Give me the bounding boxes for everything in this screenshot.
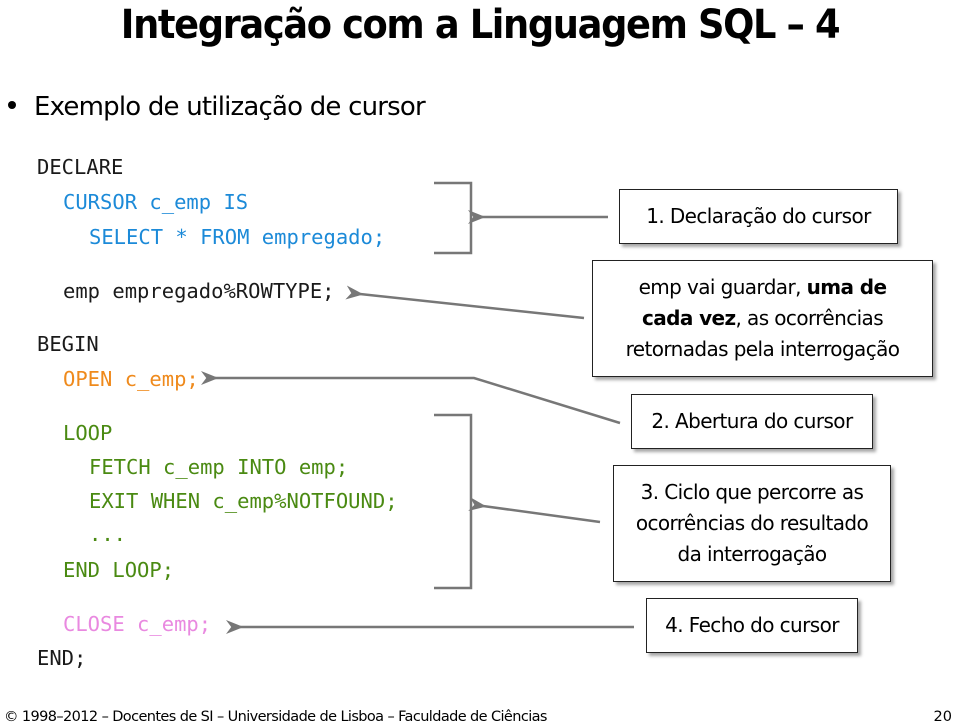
callout-loop: 3. Ciclo que percorre as ocorrências do … xyxy=(613,465,891,582)
footer-copyright: © 1998–2012 – Docentes de SI – Universid… xyxy=(4,709,547,725)
emp-note-part1: emp vai guardar, xyxy=(638,275,807,299)
callout-closing-text: 4. Fecho do cursor xyxy=(665,613,839,637)
callout-opening: 2. Abertura do cursor xyxy=(631,394,873,449)
arrow-emp xyxy=(345,285,585,320)
bracket-loop xyxy=(434,413,473,590)
callout-closing: 4. Fecho do cursor xyxy=(646,598,858,653)
callout-declaration-text: 1. Declaração do cursor xyxy=(646,204,871,228)
callout-emp-note: emp vai guardar, uma de cada vez, as oco… xyxy=(592,260,933,377)
arrow-loop xyxy=(468,497,601,524)
page-number: 20 xyxy=(933,709,952,725)
callout-opening-text: 2. Abertura do cursor xyxy=(651,409,853,433)
arrow-open xyxy=(201,371,621,425)
callout-declaration: 1. Declaração do cursor xyxy=(619,189,898,244)
bracket-declaration xyxy=(434,181,473,255)
callout-emp-note-text: emp vai guardar, uma de cada vez, as oco… xyxy=(593,272,932,365)
callout-loop-text: 3. Ciclo que percorre as ocorrências do … xyxy=(635,480,869,566)
